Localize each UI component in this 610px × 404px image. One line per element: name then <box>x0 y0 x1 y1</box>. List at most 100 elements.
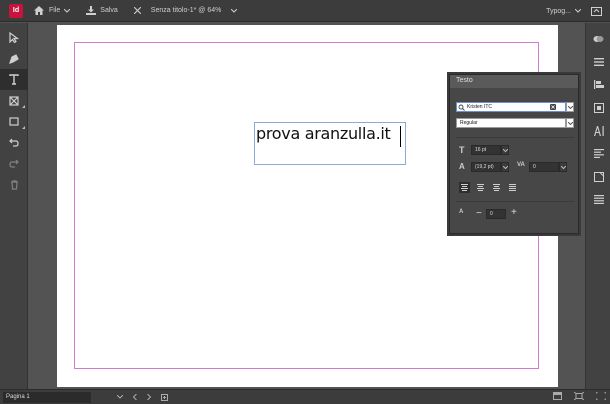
leading-value: (19,2 pt) <box>475 164 494 170</box>
increase-baseline-button[interactable]: + <box>511 208 517 218</box>
tools-panel <box>0 23 28 389</box>
paragraph-panel-button[interactable] <box>586 142 610 165</box>
chevron-down-icon <box>567 105 573 109</box>
selection-tool[interactable] <box>0 27 28 48</box>
redo-button[interactable] <box>0 153 28 174</box>
view-mode-button[interactable] <box>553 392 562 400</box>
rectangle-frame-tool[interactable] <box>0 90 28 111</box>
align-panel-button[interactable] <box>586 73 610 96</box>
pen-tool[interactable] <box>0 48 28 69</box>
swatch-icon <box>593 102 604 113</box>
page-dropdown-button[interactable] <box>117 395 123 399</box>
fit-page-button[interactable] <box>574 392 584 400</box>
leading-dropdown[interactable] <box>501 162 509 172</box>
baseline-shift-icon: A <box>459 209 464 215</box>
add-page-button[interactable] <box>161 393 168 401</box>
app-logo: Id <box>9 3 23 18</box>
next-page-button[interactable] <box>147 394 151 400</box>
baseline-shift-field[interactable]: 0 <box>486 209 506 219</box>
font-size-dropdown[interactable] <box>501 145 509 155</box>
font-style-value: Regular <box>460 120 478 126</box>
panels-strip <box>585 23 610 389</box>
font-family-dropdown[interactable] <box>566 102 574 112</box>
undo-button[interactable] <box>0 132 28 153</box>
pen-icon <box>9 53 19 64</box>
leading-icon: A <box>459 162 465 171</box>
delete-button[interactable] <box>0 174 28 195</box>
text-frame-content[interactable]: prova aranzulla.it <box>256 124 391 143</box>
baseline-shift-value: 0 <box>490 211 493 217</box>
text-frame[interactable]: prova aranzulla.it <box>254 122 406 165</box>
align-center-button[interactable] <box>475 182 486 193</box>
align-icon <box>593 80 604 89</box>
tracking-field[interactable]: 0 <box>529 162 559 172</box>
font-size-value: 16 pt <box>475 147 487 153</box>
chevron-down-icon <box>502 165 508 169</box>
save-button[interactable]: Salva <box>81 0 123 22</box>
trash-icon <box>10 179 18 190</box>
arrow-icon <box>9 32 19 43</box>
panel-title: Testo <box>450 75 578 88</box>
workspace-label: Typog... <box>546 7 571 15</box>
font-style-field[interactable]: Regular <box>456 118 566 128</box>
share-button[interactable] <box>586 0 610 22</box>
rectangle-icon <box>9 117 19 126</box>
fit-spread-button[interactable] <box>596 392 606 400</box>
text-properties-panel: Testo Kristen ITC Regular T 16 pt A (19,… <box>449 74 579 234</box>
font-family-value: Kristen ITC <box>467 104 493 110</box>
panel-divider <box>456 137 574 138</box>
justify-button[interactable] <box>507 182 518 193</box>
previous-page-button[interactable] <box>133 394 137 400</box>
close-document-button[interactable] <box>129 0 146 22</box>
font-size-field[interactable]: 16 pt <box>471 145 501 155</box>
rectangle-tool[interactable] <box>0 111 28 132</box>
color-panel-button[interactable] <box>586 96 610 119</box>
home-button[interactable]: File <box>29 0 75 22</box>
submenu-indicator <box>22 126 25 129</box>
document-tab[interactable]: Senza titolo-1* @ 64% <box>146 0 243 22</box>
align-left-button[interactable] <box>459 182 470 193</box>
pages-panel-button[interactable] <box>586 165 610 188</box>
top-bar: Id File Salva Senza titolo-1* @ 64% Typo… <box>0 0 610 22</box>
fit-spread-icon <box>596 392 606 400</box>
panel-divider <box>456 201 574 202</box>
character-icon <box>593 125 604 136</box>
page-selector[interactable]: Pagina 1 <box>3 391 91 403</box>
tracking-dropdown[interactable] <box>559 162 567 172</box>
status-bar: Pagina 1 <box>0 389 610 404</box>
pages-icon <box>593 171 604 182</box>
submenu-indicator <box>22 105 25 108</box>
add-page-icon <box>161 393 168 401</box>
decrease-baseline-button[interactable]: − <box>476 209 482 219</box>
layers-panel-button[interactable] <box>586 27 610 50</box>
chevron-down-icon <box>502 148 508 152</box>
share-icon <box>591 6 602 16</box>
lines-icon <box>593 57 604 66</box>
type-tool[interactable] <box>0 69 28 90</box>
paragraph-icon <box>593 149 604 158</box>
tracking-value: 0 <box>533 164 536 170</box>
frame-icon <box>9 95 19 106</box>
chevron-right-icon <box>147 394 151 400</box>
leading-field[interactable]: (19,2 pt) <box>471 162 501 172</box>
file-menu-label[interactable]: File <box>49 7 60 14</box>
undo-icon <box>9 138 19 147</box>
close-icon <box>133 7 141 14</box>
save-label: Salva <box>100 7 118 14</box>
character-panel-button[interactable] <box>586 119 610 142</box>
fit-page-icon <box>574 392 584 400</box>
font-style-dropdown[interactable] <box>566 118 574 128</box>
menu-panel-button[interactable] <box>586 50 610 73</box>
chevron-down-icon <box>560 165 566 169</box>
layers-icon <box>593 35 604 42</box>
clear-font-button[interactable] <box>550 104 556 110</box>
chevron-down-icon <box>231 8 238 13</box>
chevron-down-icon <box>575 9 581 13</box>
close-icon <box>551 105 555 109</box>
workspace-switcher[interactable]: Typog... <box>541 0 586 22</box>
align-right-button[interactable] <box>491 182 502 193</box>
document-title: Senza titolo-1* @ 64% <box>150 7 222 14</box>
properties-panel-button[interactable] <box>586 188 610 211</box>
chevron-down-icon <box>117 395 123 399</box>
view-icon <box>553 392 562 400</box>
